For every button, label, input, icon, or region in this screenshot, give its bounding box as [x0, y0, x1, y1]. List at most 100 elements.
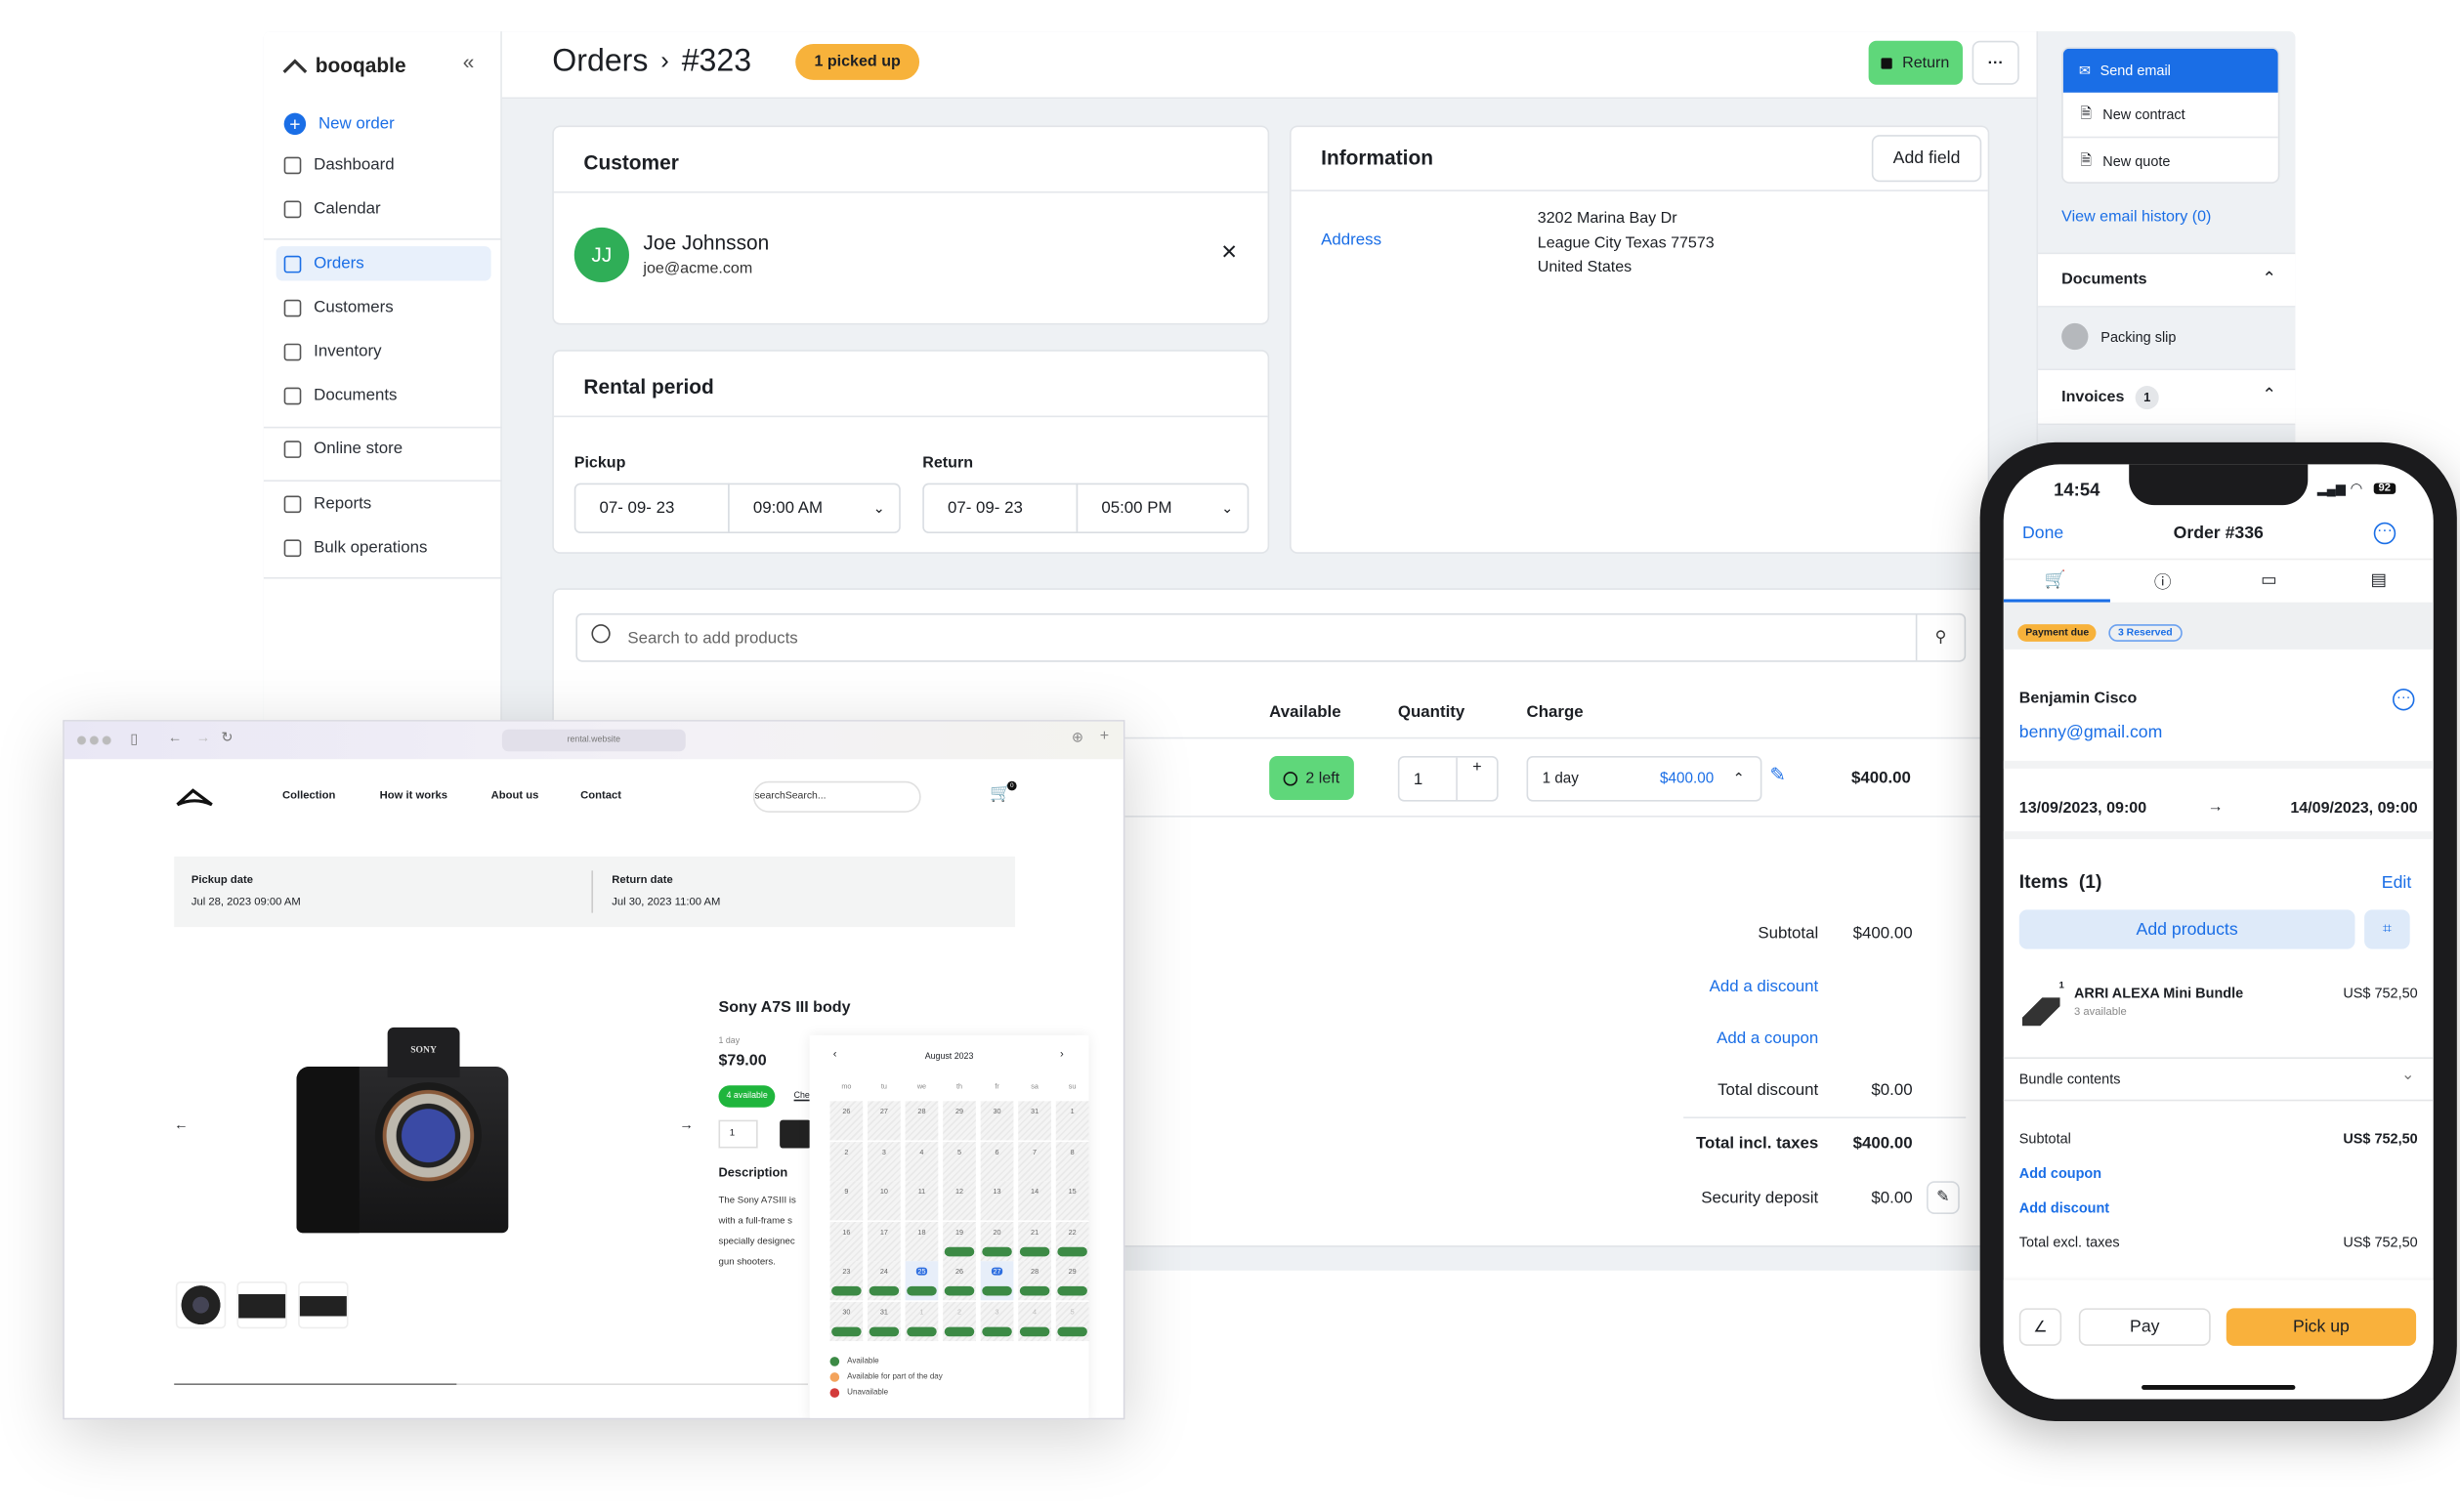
- calendar-day[interactable]: 20: [980, 1221, 1014, 1261]
- pick-up-button[interactable]: Pick up: [2226, 1308, 2417, 1346]
- calendar-day[interactable]: 22: [1055, 1221, 1089, 1261]
- calendar-day[interactable]: 23: [829, 1261, 864, 1301]
- sidebar-item-inventory[interactable]: Inventory: [276, 334, 491, 368]
- product-search-input[interactable]: Search to add products ⚲: [575, 612, 1967, 662]
- start-datetime[interactable]: 13/09/2023, 09:00: [2019, 800, 2146, 818]
- sidebar-item-dashboard[interactable]: Dashboard: [276, 147, 491, 182]
- url-bar[interactable]: rental.website: [501, 729, 686, 752]
- next-month-button[interactable]: ›: [1060, 1049, 1064, 1060]
- brand-logo[interactable]: booqable: [282, 54, 406, 77]
- calendar-day[interactable]: 29: [1055, 1261, 1089, 1301]
- next-image-arrow[interactable]: →: [679, 1116, 693, 1132]
- new-contract-button[interactable]: 🗎 New contract: [2062, 93, 2278, 139]
- edit-button[interactable]: ∠: [2018, 1308, 2062, 1346]
- nav-contact[interactable]: Contact: [580, 790, 621, 801]
- edit-items-button[interactable]: Edit: [2382, 873, 2411, 892]
- calendar-day[interactable]: 4: [905, 1141, 939, 1181]
- calendar-day[interactable]: 5: [1055, 1301, 1089, 1341]
- calendar-day[interactable]: 26: [829, 1101, 864, 1141]
- calendar-day[interactable]: 9: [829, 1181, 864, 1221]
- calendar-day[interactable]: 3: [980, 1301, 1014, 1341]
- sidebar-item-online-store[interactable]: Online store: [276, 432, 491, 466]
- thumbnail[interactable]: [298, 1281, 349, 1329]
- invoices-section-header[interactable]: Invoices 1 ⌃: [2038, 368, 2296, 426]
- check-availability-link[interactable]: Che: [794, 1092, 810, 1102]
- calendar-day[interactable]: 27: [868, 1101, 901, 1141]
- plus-icon[interactable]: +: [1456, 757, 1497, 801]
- more-options-icon[interactable]: ···: [2373, 522, 2396, 545]
- pickup-time-select[interactable]: 09:00 AM ⌄: [728, 483, 901, 534]
- calendar-day[interactable]: 24: [868, 1261, 901, 1301]
- calendar-day[interactable]: 28: [1018, 1261, 1051, 1301]
- end-datetime[interactable]: 14/09/2023, 09:00: [2290, 800, 2417, 818]
- sidebar-item-customers[interactable]: Customers: [276, 290, 491, 324]
- calendar-day[interactable]: 2: [829, 1141, 864, 1181]
- quantity-input[interactable]: 1: [718, 1119, 758, 1149]
- pay-button[interactable]: Pay: [2078, 1308, 2211, 1346]
- customer-name[interactable]: Joe Johnsson: [643, 231, 769, 254]
- calendar-day[interactable]: 7: [1018, 1141, 1051, 1181]
- calendar-day[interactable]: 15: [1055, 1181, 1089, 1221]
- add-field-button[interactable]: Add field: [1871, 135, 1982, 183]
- add-coupon-link[interactable]: Add a coupon: [1717, 1029, 1818, 1047]
- charge-select[interactable]: 1 day $400.00 ⌃: [1526, 756, 1762, 802]
- calendar-day[interactable]: 17: [868, 1221, 901, 1261]
- calendar-day[interactable]: 1: [905, 1301, 939, 1341]
- calendar-day[interactable]: 21: [1018, 1221, 1051, 1261]
- close-icon[interactable]: ✕: [1220, 240, 1238, 266]
- edit-icon[interactable]: ✎: [1769, 764, 1785, 785]
- window-controls[interactable]: [75, 735, 113, 745]
- back-icon[interactable]: ←: [168, 730, 182, 745]
- filter-icon[interactable]: ⚲: [1915, 614, 1965, 661]
- tab-card-icon[interactable]: ▭: [2261, 569, 2277, 590]
- double-chevron-left-icon[interactable]: «: [463, 50, 475, 73]
- customer-email[interactable]: benny@gmail.com: [2019, 723, 2163, 741]
- return-button[interactable]: Return: [1868, 40, 1963, 85]
- tab-cart-icon[interactable]: 🛒: [2044, 569, 2065, 590]
- sidebar-item-orders[interactable]: Orders: [276, 246, 491, 281]
- customer-more-icon[interactable]: ···: [2392, 688, 2415, 711]
- edit-deposit-button[interactable]: ✎: [1927, 1181, 1960, 1214]
- sidebar-item-bulk-operations[interactable]: Bulk operations: [276, 530, 491, 565]
- return-date-input[interactable]: 07- 09- 23: [922, 483, 1079, 534]
- tab-info-icon[interactable]: ⓘ: [2154, 569, 2172, 595]
- store-search-input[interactable]: searchSearch...: [752, 780, 921, 813]
- send-email-button[interactable]: ✉ Send email: [2062, 48, 2278, 93]
- calendar-day[interactable]: 30: [980, 1101, 1014, 1141]
- calendar-day[interactable]: 16: [829, 1221, 864, 1261]
- calendar-day[interactable]: 12: [943, 1181, 976, 1221]
- sidebar-icon[interactable]: ▯: [130, 731, 138, 748]
- image-scrollbar[interactable]: [174, 1383, 809, 1386]
- sidebar-item-documents[interactable]: Documents: [276, 378, 491, 412]
- new-order-button[interactable]: + New order: [276, 106, 491, 141]
- calendar-day[interactable]: 1: [1055, 1101, 1089, 1141]
- forward-icon[interactable]: →: [196, 730, 210, 745]
- thumbnail[interactable]: [175, 1281, 227, 1329]
- quantity-stepper[interactable]: 1 +: [1397, 756, 1499, 802]
- packing-slip-item[interactable]: Packing slip: [2061, 322, 2176, 351]
- tab-document-icon[interactable]: ▤: [2371, 569, 2388, 590]
- calendar-day[interactable]: 31: [868, 1301, 901, 1341]
- calendar-day[interactable]: 18: [905, 1221, 939, 1261]
- bundle-contents-toggle[interactable]: Bundle contents: [2019, 1071, 2121, 1087]
- breadcrumb-orders[interactable]: Orders: [552, 44, 648, 80]
- calendar-day[interactable]: 3: [868, 1141, 901, 1181]
- add-discount-link[interactable]: Add discount: [2019, 1200, 2109, 1216]
- calendar-day[interactable]: 13: [980, 1181, 1014, 1221]
- nav-collection[interactable]: Collection: [282, 790, 335, 801]
- email-history-link[interactable]: View email history (0): [2061, 209, 2211, 227]
- calendar-day[interactable]: 11: [905, 1181, 939, 1221]
- sidebar-item-calendar[interactable]: Calendar: [276, 191, 491, 226]
- add-to-cart-button[interactable]: [780, 1119, 812, 1149]
- calendar-day[interactable]: 6: [980, 1141, 1014, 1181]
- calendar-day[interactable]: 8: [1055, 1141, 1089, 1181]
- calendar-day[interactable]: 2: [943, 1301, 976, 1341]
- add-discount-link[interactable]: Add a discount: [1710, 977, 1819, 995]
- sidebar-item-reports[interactable]: Reports: [276, 486, 491, 521]
- calendar-day[interactable]: 25: [905, 1261, 939, 1301]
- calendar-day[interactable]: 5: [943, 1141, 976, 1181]
- calendar-day[interactable]: 14: [1018, 1181, 1051, 1221]
- address-label[interactable]: Address: [1321, 231, 1381, 249]
- add-products-button[interactable]: Add products: [2018, 909, 2355, 949]
- calendar-day[interactable]: 19: [943, 1221, 976, 1261]
